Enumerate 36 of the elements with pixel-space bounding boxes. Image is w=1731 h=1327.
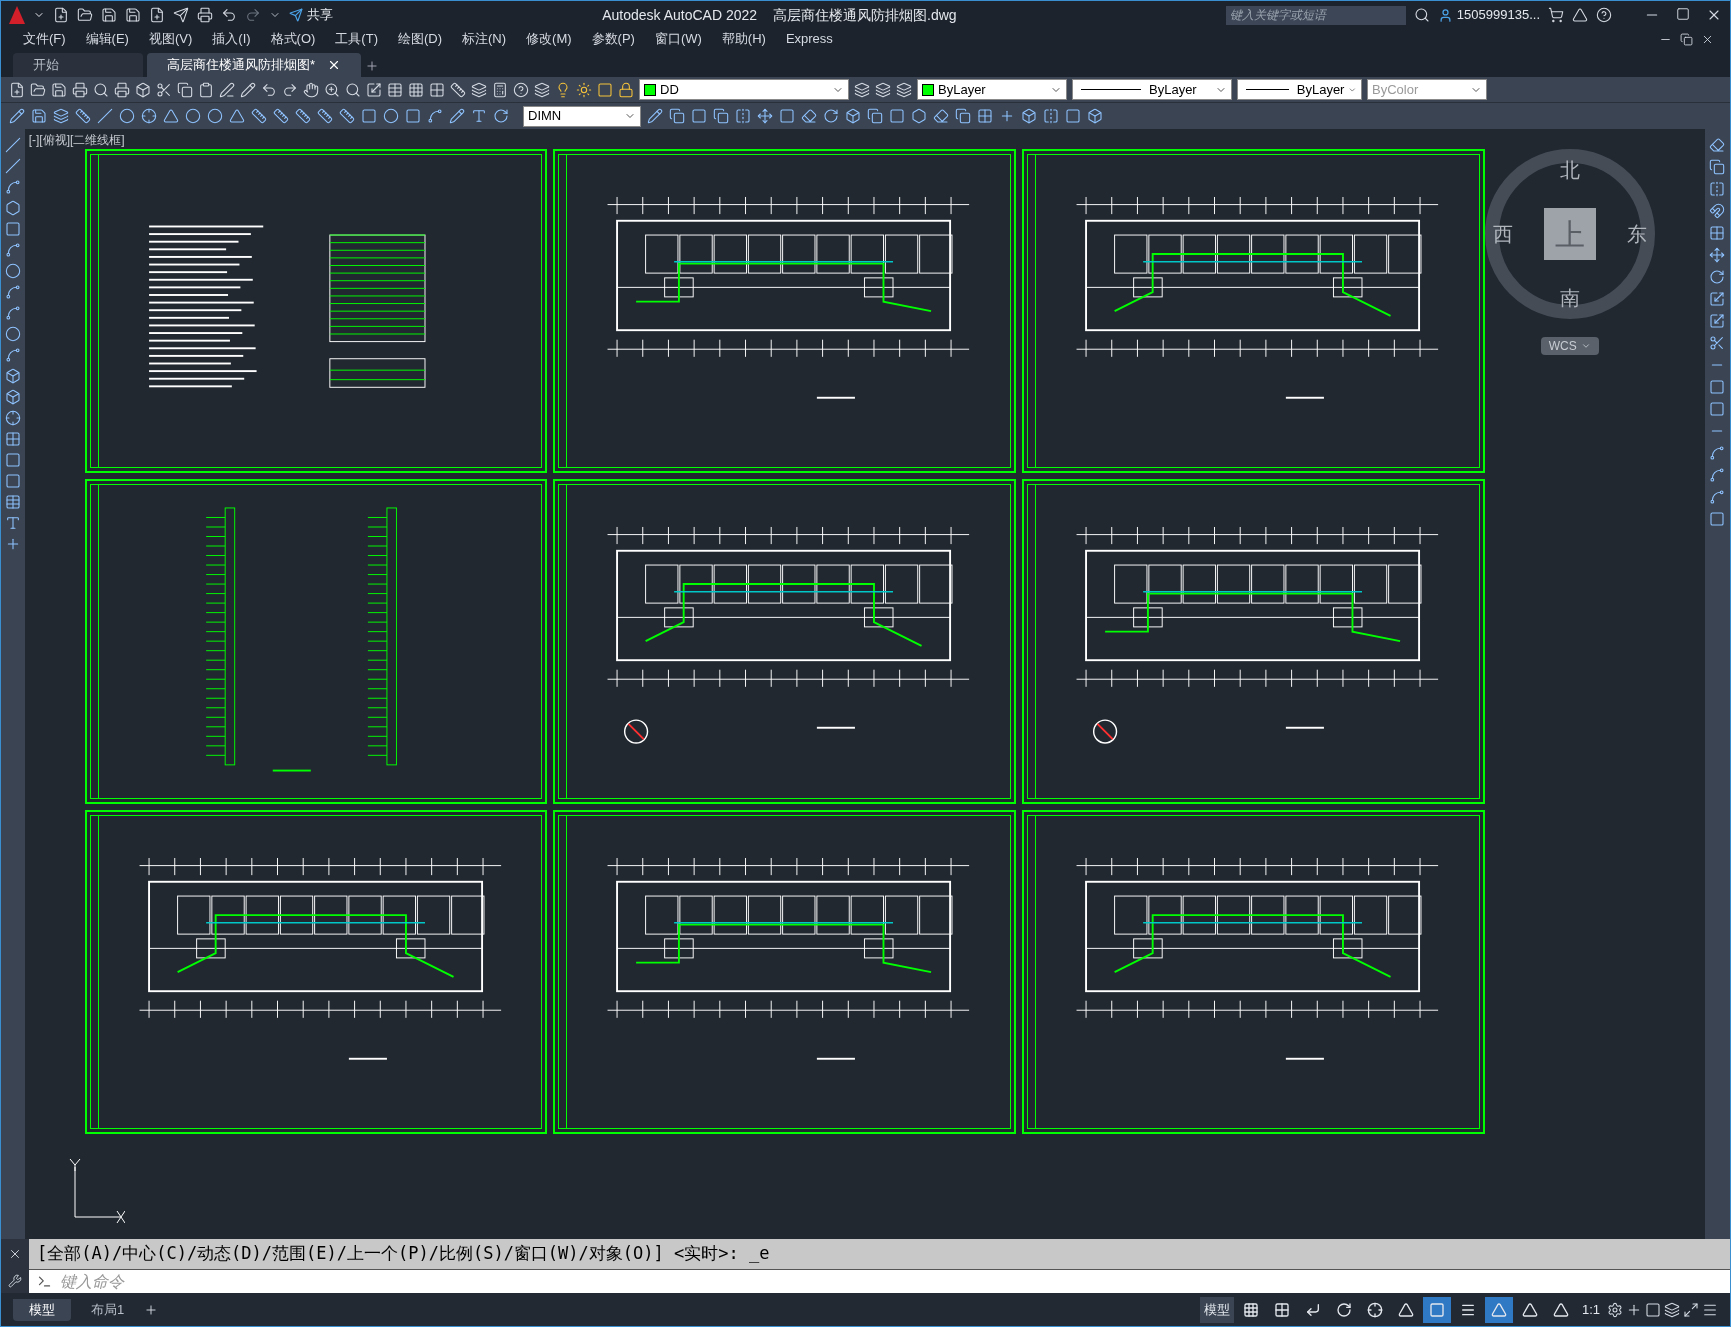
menu-item[interactable]: 格式(O) [260,29,326,49]
ucs-menu[interactable]: WCS [1540,337,1599,355]
user-account-button[interactable]: 1505999135... [1437,5,1540,25]
layout-tab[interactable]: 模型 [13,1298,71,1321]
file-tab[interactable]: 高层商住楼通风防排烟图* [147,53,362,77]
menu-item[interactable]: 插入(I) [202,29,261,49]
command-history: [全部(A)/中心(C)/动态(D)/范围(E)/上一个(P)/比例(S)/窗口(W)/对象(O)] <实时>: _e [36,1242,771,1266]
lineweight-dropdown[interactable]: ByLayer [1237,79,1362,100]
menu-item[interactable]: 编辑(E) [75,29,139,49]
color-dropdown[interactable]: ByLayer [917,79,1067,100]
search-field[interactable]: 键入关键字或短语 [1225,5,1406,25]
menu-item[interactable]: 绘图(D) [387,29,452,49]
menu-item[interactable]: Express [775,29,843,49]
file-name: 高层商住楼通风防排烟图.dwg [773,5,957,25]
east-label[interactable]: 东 [1626,219,1647,249]
model-space-button[interactable]: 模型 [1199,1296,1234,1323]
layer-dropdown[interactable]: DD [639,79,849,100]
linetype-dropdown[interactable]: ByLayer [1072,79,1232,100]
menu-item[interactable]: 工具(T) [325,29,388,49]
share-button[interactable]: 共享 [289,5,333,25]
menu-item[interactable]: 修改(M) [516,29,582,49]
layout-tab[interactable]: 布局1 [75,1298,141,1321]
file-tab[interactable]: 开始 [13,53,143,77]
scale-button[interactable]: 1:1 [1577,1299,1604,1320]
menu-item[interactable]: 标注(N) [452,29,517,49]
dim-style-dropdown[interactable]: DIMN [523,105,641,127]
menu-item[interactable]: 文件(F) [13,29,76,49]
viewport-label[interactable]: [-][俯视][二维线框] [28,131,125,149]
app-title: Autodesk AutoCAD 2022 [602,5,758,25]
menu-item[interactable]: 窗口(W) [644,29,712,49]
menu-item[interactable]: 帮助(H) [711,29,776,49]
south-label[interactable]: 南 [1559,283,1580,313]
west-label[interactable]: 西 [1492,219,1513,249]
north-label[interactable]: 北 [1559,155,1580,185]
menu-item[interactable]: 视图(V) [138,29,203,49]
menu-item[interactable]: 参数(P) [581,29,645,49]
